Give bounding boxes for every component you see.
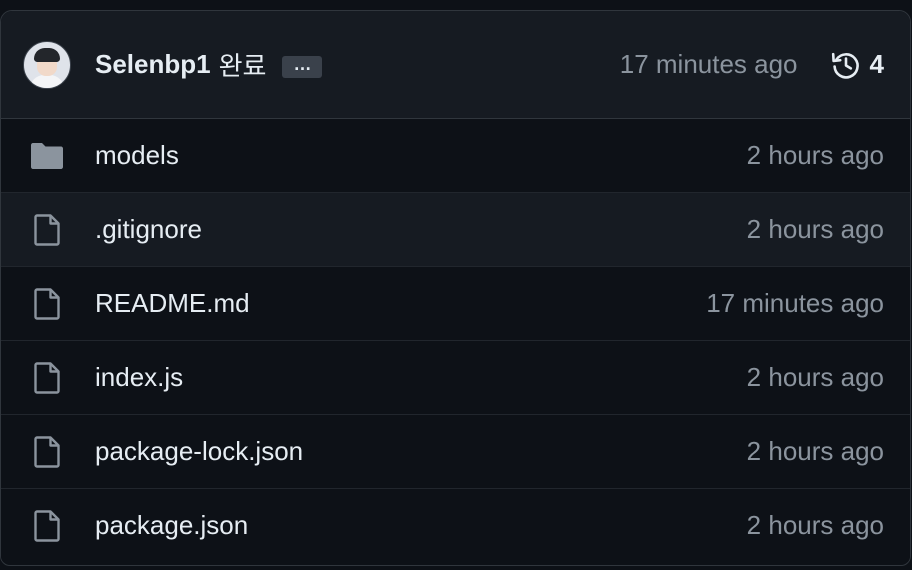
expand-commit-message-button[interactable]: … — [282, 55, 323, 78]
file-row[interactable]: README.md 17 minutes ago — [1, 266, 910, 340]
file-icon — [29, 286, 65, 322]
avatar-shirt — [30, 74, 64, 88]
history-icon — [830, 49, 862, 81]
file-row[interactable]: .gitignore 2 hours ago — [1, 192, 910, 266]
file-name-link[interactable]: .gitignore — [95, 214, 202, 245]
file-name-link[interactable]: package-lock.json — [95, 436, 303, 467]
file-commit-time[interactable]: 2 hours ago — [747, 436, 884, 467]
file-icon — [29, 434, 65, 470]
file-row[interactable]: index.js 2 hours ago — [1, 340, 910, 414]
file-row[interactable]: package-lock.json 2 hours ago — [1, 414, 910, 488]
file-commit-time[interactable]: 17 minutes ago — [706, 288, 884, 319]
file-row[interactable]: package.json 2 hours ago — [1, 488, 910, 562]
file-commit-time[interactable]: 2 hours ago — [747, 362, 884, 393]
file-icon — [29, 360, 65, 396]
file-icon — [29, 508, 65, 544]
file-commit-time[interactable]: 2 hours ago — [747, 214, 884, 245]
avatar[interactable] — [23, 40, 71, 89]
file-name-link[interactable]: README.md — [95, 288, 250, 319]
file-list: models 2 hours ago .gitignore 2 hours ag… — [1, 119, 910, 562]
repo-file-browser: Selenbp1 완료 … 17 minutes ago 4 models 2 … — [0, 10, 911, 566]
commit-message-link[interactable]: 완료 — [219, 46, 267, 83]
avatar-hair — [34, 47, 60, 62]
latest-commit-bar: Selenbp1 완료 … 17 minutes ago 4 — [1, 11, 910, 119]
commit-count: 4 — [869, 49, 884, 79]
file-name-link[interactable]: index.js — [95, 362, 183, 393]
commit-history-link[interactable]: 4 — [830, 49, 884, 81]
file-commit-time[interactable]: 2 hours ago — [747, 510, 884, 541]
commit-time[interactable]: 17 minutes ago — [620, 49, 798, 80]
file-name-link[interactable]: package.json — [95, 510, 248, 541]
file-name-link[interactable]: models — [95, 140, 179, 171]
folder-icon — [29, 138, 65, 174]
file-row[interactable]: models 2 hours ago — [1, 119, 910, 192]
file-icon — [29, 212, 65, 248]
file-commit-time[interactable]: 2 hours ago — [747, 140, 884, 171]
commit-author-link[interactable]: Selenbp1 — [95, 49, 211, 80]
